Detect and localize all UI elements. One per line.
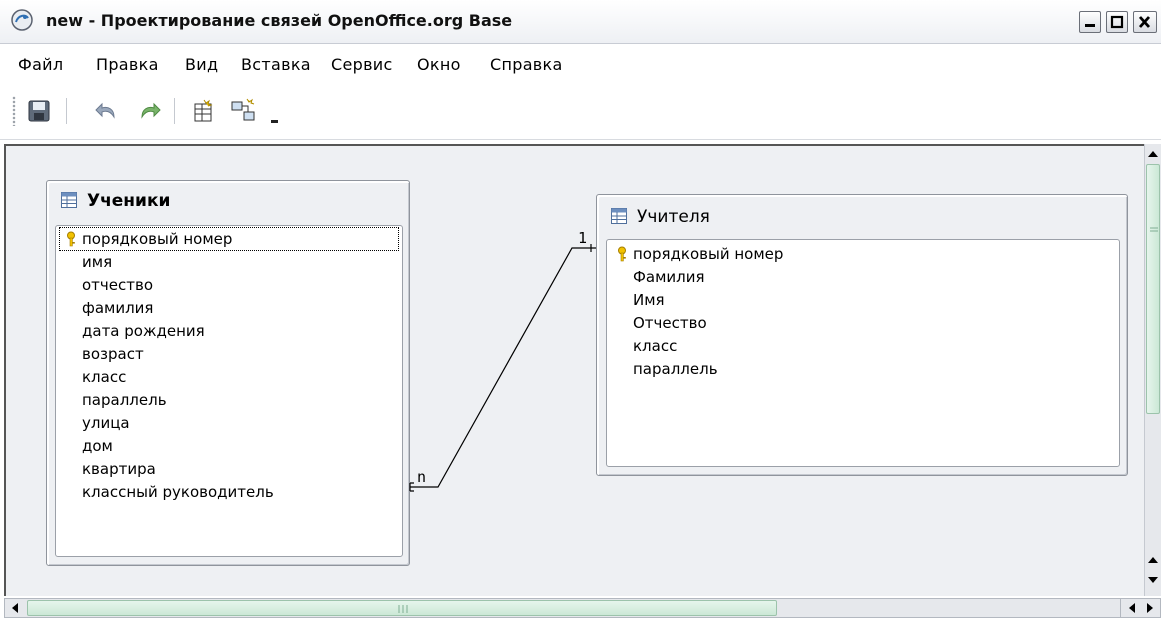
field-item[interactable]: имя (60, 251, 112, 273)
field-item[interactable]: дом (60, 435, 113, 457)
table-icon (611, 208, 627, 224)
title-bar: new - Проектирование связей OpenOffice.o… (0, 0, 1161, 44)
field-label: класс (633, 337, 678, 355)
field-label: дом (82, 437, 113, 455)
maximize-button[interactable] (1106, 11, 1128, 33)
table-icon (61, 192, 77, 208)
horizontal-scrollbar[interactable] (4, 598, 1140, 618)
field-label: дата рождения (82, 322, 205, 340)
new-relation-icon[interactable] (230, 98, 256, 124)
menu-insert[interactable]: Вставка (241, 55, 311, 74)
scroll-left-icon[interactable] (7, 600, 23, 616)
field-item[interactable]: класс (611, 335, 677, 357)
table-title-students: Ученики (87, 191, 171, 211)
menu-bar: Файл Правка Вид Вставка Сервис Окно Спра… (0, 48, 1161, 80)
field-label: возраст (82, 345, 144, 363)
close-button[interactable] (1133, 11, 1157, 33)
field-item[interactable]: возраст (60, 343, 144, 365)
field-item[interactable]: параллель (60, 389, 167, 411)
field-item[interactable]: отчество (60, 274, 153, 296)
toolbar-grip[interactable] (12, 96, 16, 126)
add-tables-icon[interactable] (190, 98, 216, 124)
field-item[interactable]: Отчество (611, 312, 707, 334)
field-item[interactable]: класс (60, 366, 126, 388)
field-label: имя (82, 253, 113, 271)
toolbar-separator (174, 98, 175, 124)
field-item[interactable]: порядковый номер (611, 243, 783, 265)
table-window-title[interactable]: Ученики (61, 191, 170, 219)
scroll-left-icon[interactable] (1124, 600, 1140, 616)
scroll-up-icon[interactable] (1145, 146, 1161, 162)
undo-icon[interactable] (94, 98, 120, 124)
minimize-button[interactable] (1079, 11, 1101, 33)
field-label: Отчество (633, 314, 707, 332)
field-label: Имя (633, 291, 665, 309)
field-label: классный руководитель (82, 483, 274, 501)
field-label: параллель (82, 391, 167, 409)
table-title-teachers: Учителя (637, 207, 710, 227)
field-label: квартира (82, 460, 156, 478)
field-item[interactable]: фамилия (60, 297, 153, 319)
field-item[interactable]: порядковый номер (59, 227, 399, 251)
scroll-grip-icon (1150, 227, 1158, 232)
field-list-teachers[interactable]: порядковый номер Фамилия Имя Отчество кл… (606, 239, 1120, 467)
menu-help[interactable]: Справка (490, 55, 563, 74)
scroll-corner (1120, 598, 1161, 618)
field-label: класс (82, 368, 127, 386)
minimize-icon (1085, 24, 1095, 27)
scroll-up-icon[interactable] (1145, 552, 1161, 568)
field-label: отчество (82, 276, 154, 294)
window-title: new - Проектирование связей OpenOffice.o… (46, 11, 513, 30)
toolbar-separator (66, 98, 67, 124)
field-list-students[interactable]: порядковый номер имя отчество фамилия да… (55, 225, 403, 557)
close-icon (1138, 16, 1151, 28)
field-item[interactable]: Имя (611, 289, 665, 311)
field-label: порядковый номер (82, 230, 233, 248)
save-icon[interactable] (26, 98, 52, 124)
scroll-down-icon[interactable] (1145, 572, 1161, 588)
table-window-title[interactable]: Учителя (611, 207, 710, 235)
field-item[interactable]: параллель (611, 358, 718, 380)
field-label: Фамилия (633, 268, 705, 286)
scroll-grip-icon (398, 605, 408, 613)
scroll-right-icon[interactable] (1142, 600, 1158, 616)
field-item[interactable]: квартира (60, 458, 156, 480)
menu-file[interactable]: Файл (18, 55, 63, 74)
field-item[interactable]: классный руководитель (60, 481, 274, 503)
field-item[interactable]: дата рождения (60, 320, 205, 342)
relation-cardinality-many: n (417, 468, 427, 486)
vertical-scrollbar[interactable] (1144, 144, 1161, 596)
menu-edit[interactable]: Правка (96, 55, 159, 74)
table-window-teachers[interactable]: Учителя порядковый номер Фамилия Имя Отч… (596, 194, 1128, 476)
vertical-scroll-thumb[interactable] (1146, 164, 1160, 414)
field-label: порядковый номер (633, 245, 784, 263)
primary-key-icon (67, 231, 75, 247)
table-window-students[interactable]: Ученики порядковый номер имя отчество фа… (46, 180, 410, 566)
toolbar (0, 84, 1161, 140)
redo-icon[interactable] (136, 98, 162, 124)
field-item[interactable]: улица (60, 412, 130, 434)
field-label: улица (82, 414, 130, 432)
field-label: фамилия (82, 299, 154, 317)
horizontal-scroll-thumb[interactable] (27, 600, 777, 616)
menu-view[interactable]: Вид (185, 55, 218, 74)
relation-cardinality-one: 1 (578, 229, 588, 247)
field-label: параллель (633, 360, 718, 378)
field-item[interactable]: Фамилия (611, 266, 705, 288)
openoffice-base-icon (11, 9, 33, 31)
menu-window[interactable]: Окно (417, 55, 461, 74)
toolbar-overflow-icon[interactable] (268, 98, 282, 124)
primary-key-icon (618, 246, 626, 262)
menu-tools[interactable]: Сервис (331, 55, 393, 74)
maximize-icon (1110, 15, 1124, 29)
